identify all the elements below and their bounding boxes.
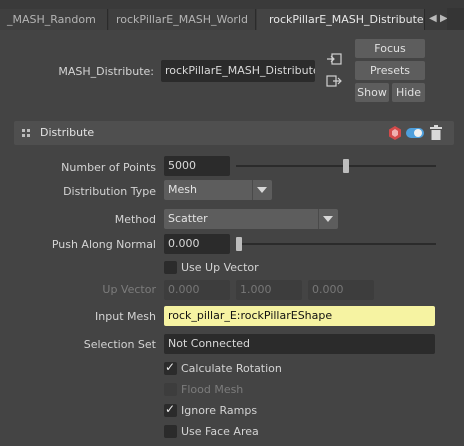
distribution-type-caret-box	[252, 180, 272, 200]
push-along-normal-label: Push Along Normal	[51, 238, 156, 251]
tab-mash-random[interactable]: _MASH_Random	[0, 9, 108, 30]
distribution-type-label: Distribution Type	[63, 185, 156, 198]
check-icon: ✓	[165, 402, 176, 416]
up-vector-label: Up Vector	[102, 283, 156, 296]
up-vector-x-field[interactable]: 0.000	[164, 280, 230, 300]
number-of-points-field[interactable]: 5000	[164, 156, 230, 176]
push-along-normal-slider-track[interactable]	[236, 243, 436, 245]
push-along-normal-slider-thumb[interactable]	[236, 237, 242, 251]
presets-button[interactable]: Presets	[355, 61, 425, 80]
section-title: Distribute	[40, 126, 95, 139]
number-of-points-label: Number of Points	[61, 161, 156, 174]
chevron-down-icon	[323, 216, 333, 222]
node-name-field[interactable]: rockPillarE_MASH_Distribute	[161, 60, 315, 82]
tab-scroll-left-icon[interactable]: ◀	[429, 13, 437, 24]
input-mesh-field[interactable]: rock_pillar_E:rockPillarEShape	[164, 306, 435, 326]
selection-set-field[interactable]: Not Connected	[164, 334, 435, 354]
distribution-type-value: Mesh	[168, 183, 197, 196]
calculate-rotation-label: Calculate Rotation	[181, 362, 282, 375]
node-name-label: MASH_Distribute:	[58, 65, 154, 78]
use-face-area-label: Use Face Area	[181, 425, 259, 438]
trash-icon[interactable]	[430, 125, 442, 143]
input-mesh-label: Input Mesh	[95, 310, 156, 323]
up-vector-y-field[interactable]: 1.000	[236, 280, 302, 300]
use-face-area-checkbox[interactable]	[164, 425, 177, 438]
method-dropdown[interactable]: Scatter	[164, 209, 338, 229]
ignore-ramps-checkbox[interactable]: ✓	[164, 402, 177, 417]
input-connection-icon[interactable]	[325, 52, 343, 66]
show-button[interactable]: Show	[355, 83, 389, 102]
method-caret-box	[318, 209, 338, 229]
flood-mesh-checkbox[interactable]	[164, 383, 177, 396]
method-label: Method	[114, 213, 156, 226]
focus-button[interactable]: Focus	[355, 39, 425, 58]
section-grip-icon	[22, 129, 32, 142]
scrollbar[interactable]	[447, 8, 464, 30]
distribute-section-header[interactable]: Distribute	[14, 121, 454, 145]
ignore-ramps-label: Ignore Ramps	[181, 404, 258, 417]
flood-mesh-label: Flood Mesh	[181, 383, 244, 396]
hexagon-node-icon[interactable]	[388, 125, 402, 144]
distribution-type-dropdown[interactable]: Mesh	[164, 180, 272, 200]
use-up-vector-label: Use Up Vector	[181, 261, 259, 274]
push-along-normal-field[interactable]: 0.000	[164, 234, 230, 254]
toggle-on-icon[interactable]	[406, 127, 424, 142]
tab-mash-world[interactable]: rockPillarE_MASH_World	[109, 9, 256, 30]
method-value: Scatter	[168, 212, 208, 225]
output-connection-icon[interactable]	[325, 74, 343, 88]
number-of-points-slider-thumb[interactable]	[342, 159, 349, 173]
tab-mash-distribute[interactable]: rockPillarE_MASH_Distribute	[257, 9, 425, 30]
number-of-points-slider-track[interactable]	[236, 165, 436, 167]
chevron-down-icon	[257, 187, 267, 193]
selection-set-label: Selection Set	[83, 338, 156, 351]
hide-button[interactable]: Hide	[392, 83, 425, 102]
check-icon: ✓	[165, 360, 176, 374]
tab-bar: _MASH_Random rockPillarE_MASH_World rock…	[0, 0, 464, 30]
use-up-vector-checkbox[interactable]	[164, 261, 177, 274]
up-vector-z-field[interactable]: 0.000	[308, 280, 374, 300]
calculate-rotation-checkbox[interactable]: ✓	[164, 360, 177, 375]
